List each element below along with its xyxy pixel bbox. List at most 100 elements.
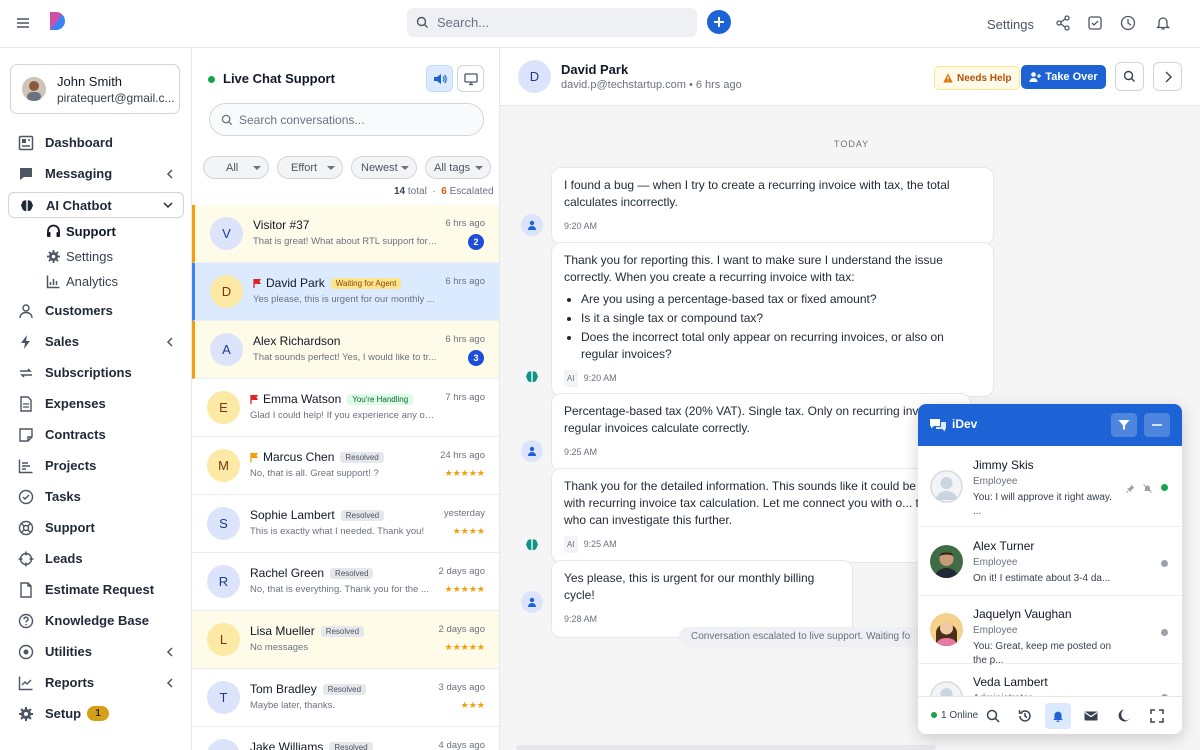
topbar: Search... Settings [0, 0, 1200, 48]
nav-projects[interactable]: Projects [8, 453, 184, 479]
nav-customers[interactable]: Customers [8, 298, 184, 324]
chat-bubbles-icon [930, 419, 946, 432]
conversation-avatar: T [207, 681, 240, 714]
nav-label: Support [45, 520, 95, 535]
message-time: 9:25 AM [564, 447, 598, 457]
clock-icon[interactable] [1120, 15, 1136, 31]
gear-icon [47, 250, 60, 263]
contact-name: Lisa Mueller [250, 624, 315, 638]
crosshair-icon [18, 551, 34, 567]
filter-label: All tags [434, 162, 471, 174]
mute-bell-icon[interactable] [1143, 484, 1152, 493]
caret-down-icon [401, 166, 409, 170]
question-circle-icon [18, 613, 34, 629]
widget-contact[interactable]: Veda Lambert Administrator [918, 664, 1182, 696]
expand-panel-button[interactable] [1153, 62, 1182, 91]
widget-minimize-button[interactable] [1144, 413, 1170, 437]
conversation-row[interactable]: M Marcus Chen Resolved No, that is all. G… [192, 437, 499, 495]
conversation-row[interactable]: L Lisa Mueller Resolved No messages 2 day… [192, 611, 499, 669]
conversation-avatar: J [207, 739, 240, 750]
notifications-toggle[interactable] [1045, 703, 1071, 729]
settings-link[interactable]: Settings [987, 17, 1034, 32]
conversation-row[interactable]: R Rachel Green Resolved No, that is every… [192, 553, 499, 611]
gear-icon [19, 707, 33, 721]
nav-support[interactable]: Support [8, 515, 184, 541]
envelope-icon[interactable] [1083, 708, 1099, 724]
app-logo[interactable] [46, 10, 68, 32]
widget-contact[interactable]: Alex Turner Employee On it! I estimate a… [918, 527, 1182, 596]
message-bubble-visitor: I found a bug — when I try to create a r… [551, 167, 994, 245]
conversation-avatar: D [210, 275, 243, 308]
contact-role: Employee [973, 557, 1018, 568]
brain-icon [526, 371, 538, 383]
online-status-dot [208, 76, 215, 83]
nav-estimate-request[interactable]: Estimate Request [8, 577, 184, 603]
bell-icon[interactable] [1155, 15, 1171, 31]
checkbox-task-icon[interactable] [1087, 15, 1103, 31]
filter-status-select[interactable]: All [203, 156, 269, 179]
conversation-row[interactable]: T Tom Bradley Resolved Maybe later, thank… [192, 669, 499, 727]
widget-header[interactable]: iDev [918, 404, 1182, 446]
conversation-row-selected[interactable]: D David Park Waiting for Agent Yes please… [192, 263, 499, 321]
needs-help-badge: Needs Help [934, 66, 1021, 90]
chevron-left-icon [166, 678, 173, 688]
search-messages-button[interactable] [1115, 62, 1144, 91]
contact-last-message: You: I will approve it right away. ... [973, 492, 1112, 517]
contact-name: Rachel Green [250, 566, 325, 580]
nav-leads[interactable]: Leads [8, 546, 184, 572]
nav-knowledge-base[interactable]: Knowledge Base [8, 608, 184, 634]
conversation-row[interactable]: J Jake Williams Resolved 4 days ago [192, 727, 499, 750]
contact-name: David Park [561, 62, 629, 77]
nav-sales[interactable]: Sales [8, 329, 184, 355]
nav-label: Messaging [45, 166, 113, 181]
conversation-row[interactable]: V Visitor #37 That is great! What about … [192, 205, 499, 263]
desktop-notify-button[interactable] [457, 65, 484, 92]
filter-sort-select[interactable]: Newest [351, 156, 417, 179]
nav-subscriptions[interactable]: Subscriptions [8, 360, 184, 386]
contact-name: Alex Richardson [253, 334, 341, 348]
nav-reports[interactable]: Reports [8, 670, 184, 696]
conversation-search-input[interactable]: Search conversations... [209, 103, 484, 136]
widget-contact[interactable]: Jaquelyn Vaughan Employee You: Great, ke… [918, 596, 1182, 666]
nav-tasks[interactable]: Tasks [8, 484, 184, 510]
widget-contact[interactable]: Jimmy Skis Employee You: I will approve … [918, 446, 1182, 527]
fullscreen-icon[interactable] [1149, 708, 1165, 724]
nav-label: Leads [45, 551, 83, 566]
ai-badge: AI [564, 370, 578, 387]
filter-tags-select[interactable]: All tags [425, 156, 491, 179]
sidebar: John Smith piratequert@gmail.c... Dashbo… [0, 48, 192, 750]
conversation-avatar: S [207, 507, 240, 540]
global-search-input[interactable]: Search... [407, 8, 697, 37]
nav-utilities[interactable]: Utilities [8, 639, 184, 665]
conversation-panel: Live Chat Support Search conversations..… [192, 48, 500, 750]
panel-title: Live Chat Support [223, 71, 335, 86]
nav-expenses[interactable]: Expenses [8, 391, 184, 417]
total-label: total [407, 186, 427, 197]
dashboard-icon [18, 135, 34, 151]
pin-icon[interactable] [1126, 484, 1135, 493]
subnav-label: Settings [66, 249, 113, 264]
hamburger-menu-icon[interactable] [16, 16, 30, 30]
share-icon[interactable] [1055, 15, 1071, 31]
user-profile-card[interactable]: John Smith piratequert@gmail.c... [10, 64, 180, 114]
widget-filter-button[interactable] [1111, 413, 1137, 437]
conversation-row[interactable]: S Sophie Lambert Resolved This is exactly… [192, 495, 499, 553]
filter-effort-select[interactable]: Effort [277, 156, 343, 179]
conversation-row[interactable]: E Emma Watson You're Handling Glad I coul… [192, 379, 499, 437]
nav-dashboard[interactable]: Dashboard [8, 130, 184, 156]
sound-toggle-button[interactable] [426, 65, 453, 92]
conversation-row[interactable]: A Alex Richardson That sounds perfect! Y… [192, 321, 499, 379]
nav-contracts[interactable]: Contracts [8, 422, 184, 448]
nav-ai-chatbot[interactable]: AI Chatbot [8, 192, 184, 218]
online-count: 1 Online [931, 710, 978, 721]
create-new-button[interactable] [707, 10, 731, 34]
moon-icon[interactable] [1116, 708, 1132, 724]
caret-down-icon [253, 166, 261, 170]
take-over-button[interactable]: Take Over [1021, 65, 1106, 89]
contact-name: Alex Turner [973, 539, 1035, 553]
history-icon[interactable] [1017, 708, 1033, 724]
search-icon[interactable] [985, 708, 1001, 724]
offline-status-dot [1161, 560, 1168, 567]
nav-messaging[interactable]: Messaging [8, 161, 184, 187]
check-circle-icon [18, 489, 34, 505]
